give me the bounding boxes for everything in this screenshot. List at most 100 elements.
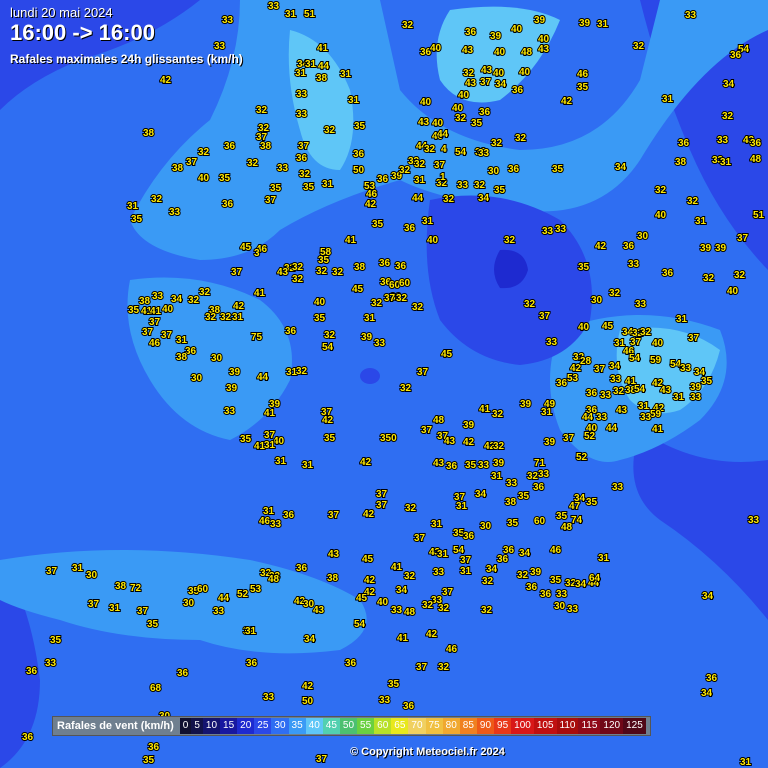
station-value: 31 xyxy=(695,216,707,227)
station-value: 42 xyxy=(233,301,245,312)
station-value: 52 xyxy=(237,589,249,600)
station-value: 33 xyxy=(270,519,282,530)
station-value: 35 xyxy=(577,82,589,93)
station-value: 34 xyxy=(478,193,490,204)
legend-swatch: 120 xyxy=(600,718,624,734)
station-value: 32 xyxy=(292,262,304,273)
station-value: 60 xyxy=(534,516,546,527)
legend-swatch: 90 xyxy=(476,718,495,734)
station-value: 74 xyxy=(571,515,583,526)
station-value: 53 xyxy=(250,584,262,595)
station-value: 33 xyxy=(263,692,275,703)
legend-swatch: 25 xyxy=(254,718,272,734)
station-value: 37 xyxy=(316,754,328,765)
station-value: 43 xyxy=(616,405,628,416)
station-value: 59 xyxy=(650,409,662,420)
station-value: 38 xyxy=(176,352,188,363)
station-value: 43 xyxy=(433,458,445,469)
station-value: 31 xyxy=(127,201,139,212)
station-value: 35 xyxy=(240,434,252,445)
station-value: 39 xyxy=(490,31,502,42)
station-value: 45 xyxy=(240,242,252,253)
station-value: 34 xyxy=(575,579,587,590)
station-value: 32 xyxy=(438,662,450,673)
station-value: 35 xyxy=(372,219,384,230)
station-value: 45 xyxy=(356,593,368,604)
station-value: 31 xyxy=(662,94,674,105)
station-value: 32 xyxy=(205,312,217,323)
wind-gust-map: 333331 513236 3940394039 313333 41 3640 43 40 48… xyxy=(0,0,768,768)
station-value: 31 xyxy=(364,313,376,324)
station-value: 33 xyxy=(478,148,490,159)
station-value: 36 xyxy=(533,482,545,493)
station-value: 33 xyxy=(296,109,308,120)
station-value: 37 xyxy=(142,327,154,338)
station-value: 32 xyxy=(481,605,493,616)
station-value: 34 xyxy=(723,79,735,90)
station-value: 33 xyxy=(391,605,403,616)
station-value: 31 xyxy=(456,501,468,512)
station-value: 36 xyxy=(750,138,762,149)
station-value: 36 xyxy=(662,268,674,279)
station-value: 36 xyxy=(706,673,718,684)
map-date: lundi 20 mai 2024 xyxy=(10,5,113,20)
station-value: 37 xyxy=(88,599,100,610)
station-value: 36 xyxy=(285,326,297,337)
station-value: 44 xyxy=(582,412,594,423)
station-value: 32 xyxy=(527,471,539,482)
station-value: 32 xyxy=(292,274,304,285)
station-value: 33 xyxy=(379,695,391,706)
station-value: 33 xyxy=(277,163,289,174)
station-value: 64 xyxy=(589,573,601,584)
station-value: 40 xyxy=(198,173,210,184)
station-value: 35 xyxy=(270,183,282,194)
station-value: 37 xyxy=(594,364,606,375)
station-value: 35 xyxy=(50,635,62,646)
station-value: 36 xyxy=(296,153,308,164)
station-value: 36 xyxy=(222,199,234,210)
station-value: 33 xyxy=(45,658,57,669)
station-value: 33 xyxy=(610,374,622,385)
station-value: 33 xyxy=(374,338,386,349)
station-value: 37 xyxy=(376,500,388,511)
station-value: 36 xyxy=(556,378,568,389)
station-value: 33 xyxy=(680,363,692,374)
station-value: 37 xyxy=(416,662,428,673)
legend-swatch: 100 xyxy=(511,718,534,734)
legend-swatch: 110 xyxy=(556,718,579,734)
station-value: 36 xyxy=(497,554,509,565)
station-value: 40 xyxy=(432,118,444,129)
station-value: 36 xyxy=(623,241,635,252)
station-value: 37 xyxy=(161,330,173,341)
station-value: 45 xyxy=(352,284,364,295)
legend-swatch: 5 xyxy=(191,718,203,734)
station-value: 37 xyxy=(563,433,575,444)
station-value: 37 xyxy=(688,333,700,344)
station-value: 32 xyxy=(474,180,486,191)
station-value: 31 xyxy=(348,95,360,106)
station-value: 32 xyxy=(491,138,503,149)
station-value: 44 xyxy=(218,593,230,604)
station-value: 31 xyxy=(431,519,443,530)
station-value: 33 xyxy=(222,15,234,26)
station-value: 37 xyxy=(737,233,749,244)
station-value: 32 xyxy=(198,147,210,158)
station-value: 33 xyxy=(478,460,490,471)
legend-swatch: 115 xyxy=(578,718,601,734)
station-value: 35 xyxy=(128,305,140,316)
station-value: 54 xyxy=(629,353,641,364)
station-value: 37 xyxy=(328,510,340,521)
station-value: 33 xyxy=(268,1,280,12)
station-value: 32 xyxy=(703,273,715,284)
station-value: 36 xyxy=(26,666,38,677)
station-value: 44 xyxy=(606,423,618,434)
station-value: 350 xyxy=(380,433,397,444)
station-value: 33 xyxy=(567,604,579,615)
station-value: 37 xyxy=(376,489,388,500)
station-value: 40 xyxy=(519,67,531,78)
station-value: 35 xyxy=(465,460,477,471)
station-value: 33 xyxy=(224,406,236,417)
station-value: 33 xyxy=(555,224,567,235)
station-value: 39 xyxy=(579,18,591,29)
station-value: 41 xyxy=(345,235,357,246)
